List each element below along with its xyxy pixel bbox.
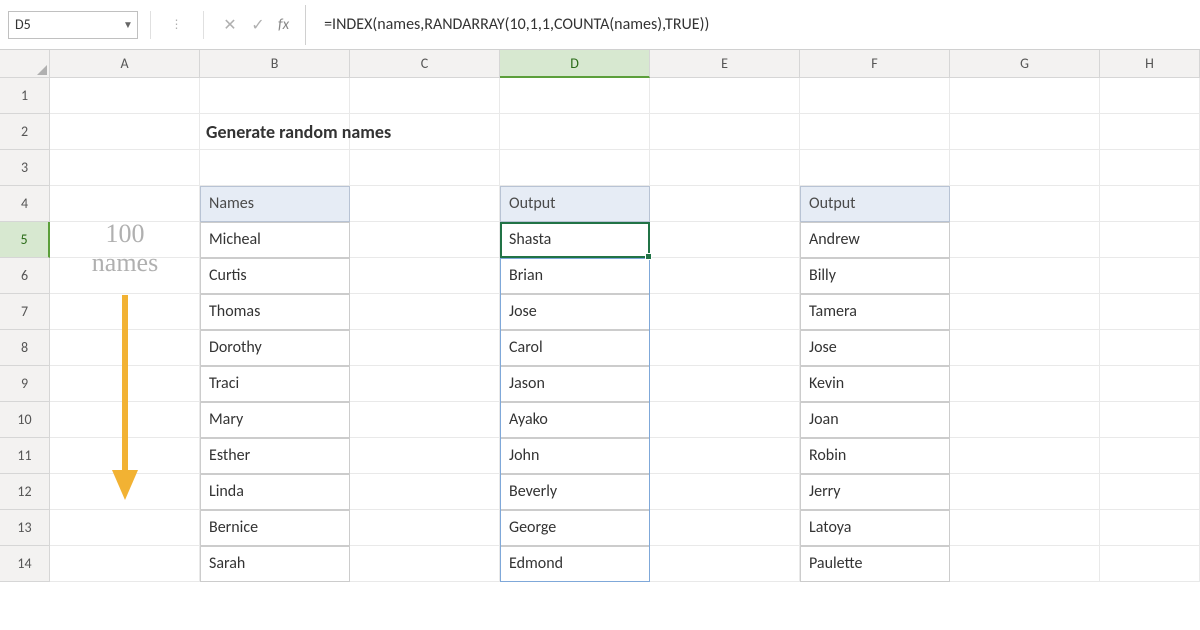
cancel-icon[interactable]: ✕ [216, 11, 244, 39]
names-cell[interactable]: Mary [200, 402, 350, 438]
names-cell[interactable]: Traci [200, 366, 350, 402]
annotation-line1: 100 [50, 220, 200, 249]
output1-cell[interactable]: Shasta [500, 222, 650, 258]
name-box-value: D5 [9, 16, 119, 33]
output2-header[interactable]: Output [800, 186, 950, 222]
output2-cell[interactable]: Robin [800, 438, 950, 474]
col-header-D[interactable]: D [500, 50, 650, 78]
fx-icon[interactable]: fx [272, 16, 295, 34]
col-header-B[interactable]: B [200, 50, 350, 78]
row-header-1[interactable]: 1 [0, 78, 50, 114]
output1-cell[interactable]: Brian [500, 258, 650, 294]
column-headers: A B C D E F G H [50, 50, 1200, 78]
row-header-11[interactable]: 11 [0, 438, 50, 474]
row-header-6[interactable]: 6 [0, 258, 50, 294]
row-headers: 1 2 3 4 5 6 7 8 9 10 11 12 13 14 [0, 78, 50, 582]
names-cell[interactable]: Micheal [200, 222, 350, 258]
output1-cell[interactable]: George [500, 510, 650, 546]
names-cell[interactable]: Linda [200, 474, 350, 510]
annotation-line2: names [50, 249, 200, 278]
name-box-dropdown-icon[interactable]: ▼ [119, 12, 137, 38]
row-header-12[interactable]: 12 [0, 474, 50, 510]
row-header-7[interactable]: 7 [0, 294, 50, 330]
formula-input[interactable]: =INDEX(names,RANDARRAY(10,1,1,COUNTA(nam… [316, 15, 1200, 34]
title-cell[interactable]: Generate random names [200, 114, 350, 150]
output1-header[interactable]: Output [500, 186, 650, 222]
row-header-8[interactable]: 8 [0, 330, 50, 366]
row-header-10[interactable]: 10 [0, 402, 50, 438]
output2-cell[interactable]: Joan [800, 402, 950, 438]
row-header-2[interactable]: 2 [0, 114, 50, 150]
col-header-C[interactable]: C [350, 50, 500, 78]
output2-cell[interactable]: Andrew [800, 222, 950, 258]
names-cell[interactable]: Esther [200, 438, 350, 474]
row-header-9[interactable]: 9 [0, 366, 50, 402]
row-header-14[interactable]: 14 [0, 546, 50, 582]
name-box[interactable]: D5 ▼ [8, 11, 138, 39]
down-arrow-icon [100, 295, 150, 510]
output1-cell[interactable]: Ayako [500, 402, 650, 438]
output2-cell[interactable]: Latoya [800, 510, 950, 546]
dots-icon: ⋮ [163, 11, 191, 39]
output1-cell[interactable]: John [500, 438, 650, 474]
names-header[interactable]: Names [200, 186, 350, 222]
row-header-3[interactable]: 3 [0, 150, 50, 186]
output2-cell[interactable]: Tamera [800, 294, 950, 330]
col-header-G[interactable]: G [950, 50, 1100, 78]
select-all-corner[interactable] [0, 50, 50, 78]
output2-cell[interactable]: Jerry [800, 474, 950, 510]
output1-cell[interactable]: Carol [500, 330, 650, 366]
col-header-H[interactable]: H [1100, 50, 1200, 78]
names-column: Names Micheal Curtis Thomas Dorothy Trac… [200, 186, 350, 582]
names-cell[interactable]: Dorothy [200, 330, 350, 366]
row-header-5[interactable]: 5 [0, 222, 50, 258]
row-header-4[interactable]: 4 [0, 186, 50, 222]
output1-cell[interactable]: Beverly [500, 474, 650, 510]
output2-column: Output Andrew Billy Tamera Jose Kevin Jo… [800, 186, 950, 582]
names-cell[interactable]: Bernice [200, 510, 350, 546]
output1-cell[interactable]: Jason [500, 366, 650, 402]
spreadsheet-grid: A B C D E F G H 1 2 3 4 5 6 7 8 9 10 11 … [0, 50, 1200, 630]
names-cell[interactable]: Thomas [200, 294, 350, 330]
names-cell[interactable]: Sarah [200, 546, 350, 582]
names-cell[interactable]: Curtis [200, 258, 350, 294]
col-header-A[interactable]: A [50, 50, 200, 78]
output1-cell[interactable]: Edmond [500, 546, 650, 582]
col-header-F[interactable]: F [800, 50, 950, 78]
output2-cell[interactable]: Jose [800, 330, 950, 366]
output2-cell[interactable]: Kevin [800, 366, 950, 402]
formula-bar: D5 ▼ ⋮ ✕ ✓ fx =INDEX(names,RANDARRAY(10,… [0, 0, 1200, 50]
col-header-E[interactable]: E [650, 50, 800, 78]
row-header-13[interactable]: 13 [0, 510, 50, 546]
output1-cell[interactable]: Jose [500, 294, 650, 330]
annotation-text: 100 names [50, 220, 200, 277]
output2-cell[interactable]: Paulette [800, 546, 950, 582]
output1-column: Output Shasta Brian Jose Carol Jason Aya… [500, 186, 650, 582]
enter-icon[interactable]: ✓ [244, 11, 272, 39]
output2-cell[interactable]: Billy [800, 258, 950, 294]
